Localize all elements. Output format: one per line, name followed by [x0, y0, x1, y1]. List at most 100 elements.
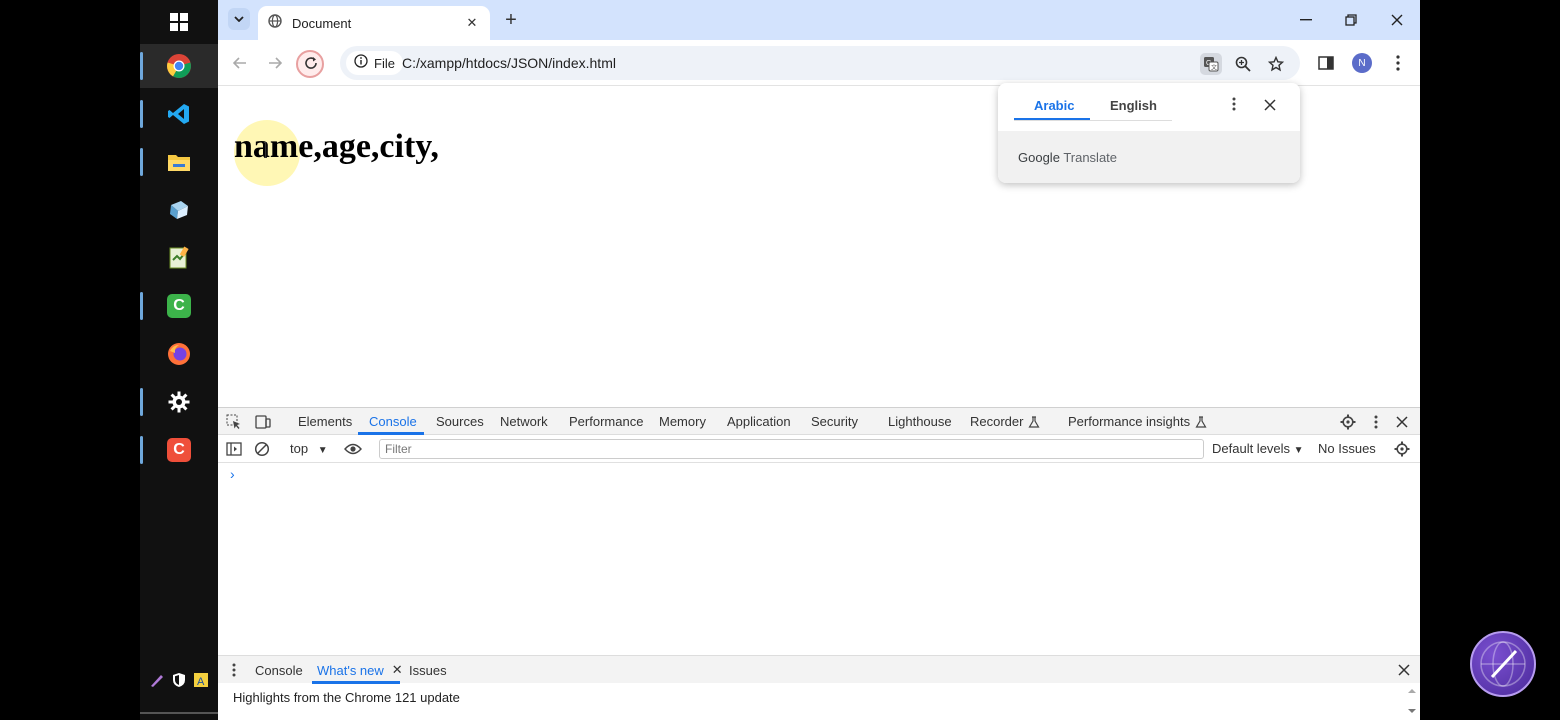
security-shield-tray-icon[interactable] [171, 672, 187, 688]
tab-search-chevron-down-icon[interactable] [228, 8, 250, 30]
app-cube-icon[interactable] [140, 188, 218, 232]
drawer-kebab-icon[interactable] [224, 660, 244, 680]
text-cursor-icon [264, 142, 267, 158]
navigation-toolbar: File C:/xampp/htdocs/JSON/index.html G文 … [218, 40, 1420, 86]
tab-strip: Document ✕ + [218, 0, 1420, 40]
file-explorer-icon[interactable] [140, 140, 218, 184]
translate-close-icon[interactable] [1264, 98, 1276, 111]
language-tab-english[interactable]: English [1110, 91, 1157, 119]
drawer-tab-console[interactable]: Console [255, 656, 303, 684]
console-toolbar: top ▼ Filter Default levels ▼ No Issues [218, 436, 1420, 463]
devtools-kebab-icon[interactable] [1366, 412, 1386, 432]
inspect-element-icon[interactable] [224, 412, 244, 432]
page-viewport: name,age,city, Arabic English Google Tra… [218, 83, 1420, 407]
devtools-tab-bar: Elements Console Sources Network Perform… [218, 408, 1420, 435]
devtools-tab-security[interactable]: Security [811, 408, 858, 435]
levels-dropdown-icon: ▼ [1293, 445, 1304, 456]
devtools-tab-recorder[interactable]: Recorder [970, 408, 1041, 435]
svg-text:文: 文 [1211, 64, 1217, 72]
devtools-tab-performance-insights[interactable]: Performance insights [1068, 408, 1207, 435]
back-arrow-icon[interactable] [228, 51, 252, 75]
drawer-scrollbar[interactable] [1406, 686, 1418, 716]
devtools-tab-performance[interactable]: Performance [569, 408, 643, 435]
taskbar: C C A [140, 0, 218, 720]
devtools-tab-application[interactable]: Application [727, 408, 791, 435]
devtools-tab-sources[interactable]: Sources [436, 408, 484, 435]
recorder-label: Recorder [970, 414, 1024, 429]
bookmark-star-icon[interactable] [1265, 53, 1287, 75]
svg-text:A: A [197, 676, 205, 688]
clear-console-icon[interactable] [252, 439, 272, 459]
system-tray: A [140, 666, 218, 694]
drawer-close-icon[interactable] [1394, 660, 1414, 680]
translate-icon[interactable]: G文 [1200, 53, 1222, 75]
chrome-menu-kebab-icon[interactable] [1386, 51, 1410, 75]
devtools-close-icon[interactable] [1392, 412, 1412, 432]
profile-avatar[interactable]: N [1350, 51, 1374, 75]
flask-icon [1028, 415, 1041, 428]
active-devtools-tab-underline [358, 432, 424, 435]
issues-counter[interactable]: No Issues [1318, 441, 1376, 456]
brand-translate: Translate [1063, 150, 1118, 165]
language-tab-arabic[interactable]: Arabic [1034, 91, 1074, 119]
address-bar[interactable]: File C:/xampp/htdocs/JSON/index.html G文 [340, 46, 1300, 80]
whats-new-label: What's new [317, 662, 384, 678]
console-filter-input[interactable]: Filter [379, 439, 1204, 459]
devtools-tab-console[interactable]: Console [369, 408, 417, 435]
chrome-window: Document ✕ + File C:/xampp/htdocs/JSON/i… [218, 0, 1420, 720]
notepad-app-icon[interactable] [140, 236, 218, 280]
site-chip-label: File [374, 55, 395, 71]
active-drawer-tab-underline [312, 681, 400, 684]
devtools-tab-lighthouse[interactable]: Lighthouse [888, 408, 952, 435]
context-dropdown-icon: ▼ [317, 445, 328, 456]
devtools-settings-gear-icon[interactable] [1338, 412, 1358, 432]
devtools-tab-network[interactable]: Network [500, 408, 548, 435]
vscode-icon[interactable] [140, 92, 218, 136]
recorder-logo-watermark [1470, 631, 1536, 697]
language-tray-icon[interactable]: A [193, 672, 209, 688]
settings-gear-icon[interactable] [140, 380, 218, 424]
close-whats-new-icon[interactable]: ✕ [392, 662, 403, 678]
brand-google: Google [1018, 150, 1060, 165]
devtools-tab-memory[interactable]: Memory [659, 408, 706, 435]
browser-tab[interactable]: Document ✕ [258, 6, 490, 40]
taskbar-divider [140, 712, 218, 714]
close-window-icon[interactable] [1385, 8, 1409, 32]
forward-arrow-icon[interactable] [263, 51, 287, 75]
minimize-icon[interactable] [1294, 8, 1318, 32]
context-label: top [290, 441, 309, 456]
tab-close-icon[interactable]: ✕ [464, 15, 480, 31]
firefox-icon[interactable] [140, 332, 218, 376]
pen-tray-icon[interactable] [149, 672, 165, 688]
console-sidebar-icon[interactable] [224, 439, 244, 459]
active-language-underline [1014, 118, 1090, 120]
camtasia-recorder-icon[interactable]: C [140, 284, 218, 328]
devtools-tab-elements[interactable]: Elements [298, 408, 352, 435]
camtasia-editor-icon[interactable]: C [140, 428, 218, 472]
log-levels-dropdown[interactable]: Default levels ▼ [1212, 441, 1304, 456]
performance-insights-label: Performance insights [1068, 414, 1191, 429]
reload-icon[interactable] [296, 50, 324, 78]
live-expression-eye-icon[interactable] [343, 439, 363, 459]
console-settings-gear-icon[interactable] [1392, 439, 1412, 459]
side-panel-icon[interactable] [1314, 51, 1338, 75]
restore-icon[interactable] [1339, 8, 1363, 32]
drawer-tab-whats-new[interactable]: What's new ✕ [317, 656, 403, 684]
translate-popup: Arabic English Google Translate [998, 83, 1300, 183]
drawer-tab-issues[interactable]: Issues [409, 656, 447, 684]
globe-icon [268, 13, 282, 33]
new-tab-button[interactable]: + [500, 9, 522, 31]
site-info-chip[interactable]: File [346, 51, 403, 75]
zoom-icon[interactable] [1232, 53, 1254, 75]
translate-options-kebab-icon[interactable] [1232, 97, 1242, 113]
device-toolbar-icon[interactable] [253, 412, 273, 432]
console-prompt-chevron-icon[interactable]: › [230, 466, 235, 482]
windows-start-icon[interactable] [140, 0, 218, 44]
chrome-icon[interactable] [140, 44, 218, 88]
language-tabs-divider [1014, 120, 1172, 121]
context-selector[interactable]: top ▼ [290, 441, 328, 456]
url-text[interactable]: C:/xampp/htdocs/JSON/index.html [402, 55, 616, 71]
devtools-drawer-tabs: Console What's new ✕ Issues [218, 655, 1420, 684]
flask-icon [1195, 415, 1207, 428]
devtools-panel: Elements Console Sources Network Perform… [218, 407, 1420, 720]
